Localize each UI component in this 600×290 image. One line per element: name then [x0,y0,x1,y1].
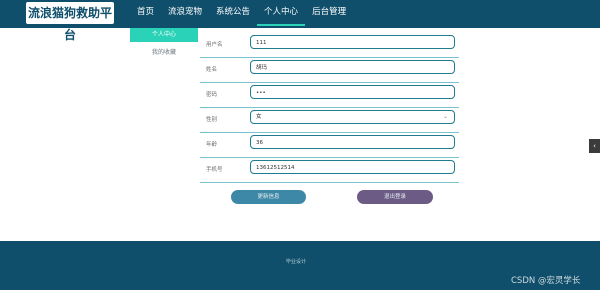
watermark-text: CSDN @宏灵学长 [511,276,581,286]
form-row-phone: 手机号 13612512514 [200,158,459,183]
form-row-username: 用户名 111 [200,33,459,58]
form-row-gender: 性别 女 ⌄ [200,108,459,133]
name-field[interactable]: 胡玛 [250,60,455,74]
username-label: 用户名 [206,42,223,48]
age-label: 年龄 [206,142,218,148]
update-info-button[interactable]: 更新信息 [231,190,306,204]
nav-menu: 首页 流浪宠物 系统公告 个人中心 后台管理 [130,0,353,26]
sidebar-item-favorites[interactable]: 我的收藏 [130,46,198,60]
nav-pets[interactable]: 流浪宠物 [161,0,209,24]
nav-home[interactable]: 首页 [130,0,161,24]
age-field[interactable]: 36 [250,135,455,149]
profile-form: 用户名 111 姓名 胡玛 密码 ••• 性别 女 ⌄ 年龄 36 手机号 13… [200,33,459,183]
footer: 毕业设计 [0,241,600,290]
chevron-down-icon: ⌄ [442,113,448,120]
gender-value: 女 [256,114,262,120]
form-row-age: 年龄 36 [200,133,459,158]
gender-select[interactable]: 女 ⌄ [250,110,455,124]
logout-button[interactable]: 退出登录 [357,190,433,204]
nav-profile[interactable]: 个人中心 [257,0,306,26]
sidebar: 个人中心 我的收藏 [130,28,198,60]
nav-notice[interactable]: 系统公告 [209,0,257,24]
password-field[interactable]: ••• [250,85,455,99]
footer-text: 毕业设计 [286,259,307,265]
password-label: 密码 [206,92,218,98]
top-navigation: 流浪猫狗救助平台 首页 流浪宠物 系统公告 个人中心 后台管理 [0,0,600,42]
name-label: 姓名 [206,67,218,73]
form-row-name: 姓名 胡玛 [200,58,459,83]
gender-label: 性别 [206,117,218,123]
phone-label: 手机号 [206,167,223,173]
sidebar-item-profile[interactable]: 个人中心 [130,28,198,42]
username-field[interactable]: 111 [250,35,455,49]
phone-field[interactable]: 13612512514 [250,160,455,174]
nav-admin[interactable]: 后台管理 [305,0,353,24]
collapse-handle[interactable]: ‹ [589,139,600,153]
form-row-password: 密码 ••• [200,83,459,108]
brand-logo[interactable]: 流浪猫狗救助平台 [26,2,114,42]
